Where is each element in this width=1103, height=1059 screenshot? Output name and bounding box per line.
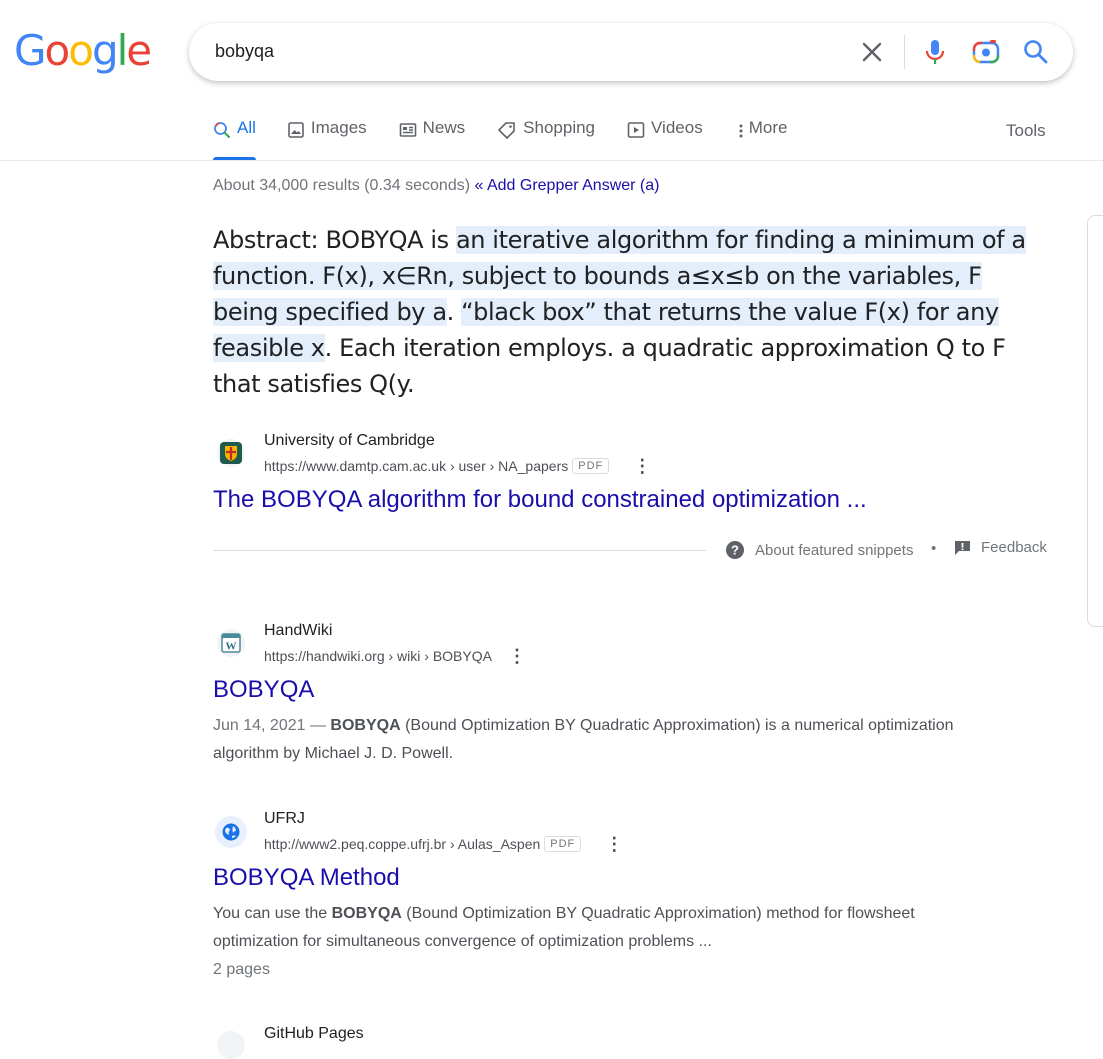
image-icon bbox=[288, 122, 304, 138]
bullet-separator: • bbox=[931, 540, 937, 557]
logo-letter: e bbox=[126, 26, 152, 75]
logo-letter: o bbox=[44, 26, 71, 75]
site-name[interactable]: UFRJ bbox=[264, 810, 305, 828]
more-options-icon[interactable]: ⋮ bbox=[633, 457, 651, 475]
snippet-pre: Abstract: BOBYQA is bbox=[213, 226, 456, 254]
tab-videos[interactable]: Videos bbox=[627, 118, 703, 160]
about-label: About featured snippets bbox=[755, 541, 914, 559]
lens-camera-icon[interactable] bbox=[971, 37, 1001, 67]
tab-label: More bbox=[748, 118, 788, 137]
github-favicon[interactable] bbox=[217, 1031, 245, 1059]
handwiki-favicon[interactable]: W bbox=[217, 629, 245, 657]
dots-vertical-icon bbox=[739, 124, 743, 138]
feedback-button[interactable]: Feedback bbox=[954, 539, 1047, 556]
site-name[interactable]: GitHub Pages bbox=[264, 1025, 364, 1043]
snippet-mid: . bbox=[446, 298, 462, 326]
cambridge-shield-icon bbox=[220, 442, 242, 464]
logo-letter: g bbox=[91, 26, 119, 75]
snippet-pre: You can use the bbox=[213, 905, 332, 922]
search-icon[interactable] bbox=[1021, 37, 1051, 67]
search-divider bbox=[904, 35, 905, 69]
tab-images[interactable]: Images bbox=[287, 118, 367, 160]
side-panel-edge bbox=[1087, 215, 1103, 627]
tab-label: News bbox=[422, 118, 466, 137]
grepper-link[interactable]: « Add Grepper Answer (a) bbox=[475, 177, 660, 194]
svg-text:W: W bbox=[226, 641, 237, 653]
url-text: http://www2.peq.coppe.ufrj.br › Aulas_As… bbox=[264, 836, 541, 852]
logo-letter: o bbox=[68, 26, 94, 75]
snippet-post: . Each iteration employs. a quadratic ap… bbox=[213, 334, 1006, 398]
cambridge-favicon[interactable] bbox=[217, 439, 245, 467]
featured-snippet-text: Abstract: BOBYQA is an iterative algorit… bbox=[213, 222, 1033, 402]
pdf-badge: PDF bbox=[544, 836, 582, 852]
tabs-divider bbox=[0, 160, 1103, 161]
more-options-icon[interactable]: ⋮ bbox=[605, 835, 623, 853]
site-name[interactable]: University of Cambridge bbox=[264, 432, 435, 450]
tab-label: Images bbox=[310, 118, 367, 137]
tab-all[interactable]: All bbox=[213, 118, 256, 160]
url-text: https://handwiki.org › wiki › BOBYQA bbox=[264, 648, 492, 664]
tab-news[interactable]: News bbox=[399, 118, 466, 160]
feedback-label: Feedback bbox=[981, 539, 1047, 556]
page-count: 2 pages bbox=[213, 961, 270, 978]
clear-icon[interactable] bbox=[857, 37, 887, 67]
help-icon: ? bbox=[726, 541, 744, 559]
result-date: Jun 14, 2021 — bbox=[213, 717, 331, 734]
tab-label: Videos bbox=[651, 118, 703, 137]
play-icon bbox=[627, 122, 645, 138]
result-count: About 34,000 results (0.34 seconds) bbox=[213, 177, 471, 194]
result-title-link[interactable]: The BOBYQA algorithm for bound constrain… bbox=[213, 486, 867, 514]
site-url[interactable]: https://handwiki.org › wiki › BOBYQA ⋮ bbox=[264, 647, 526, 665]
featured-divider bbox=[213, 550, 706, 551]
result-title-link[interactable]: BOBYQA bbox=[213, 676, 314, 704]
bold-term: BOBYQA bbox=[330, 717, 401, 734]
tab-shopping[interactable]: Shopping bbox=[497, 118, 595, 160]
tools-button[interactable]: Tools bbox=[1006, 121, 1046, 141]
google-logo[interactable]: Google bbox=[14, 26, 152, 75]
more-options-icon[interactable]: ⋮ bbox=[508, 647, 526, 665]
site-url[interactable]: https://www.damtp.cam.ac.uk › user › NA_… bbox=[264, 457, 651, 475]
search-box[interactable]: bobyqa bbox=[189, 23, 1073, 81]
logo-letter: G bbox=[14, 26, 47, 75]
url-text: https://www.damtp.cam.ac.uk › user › NA_… bbox=[264, 458, 569, 474]
news-icon bbox=[399, 123, 416, 137]
tag-icon bbox=[498, 122, 515, 139]
pdf-badge: PDF bbox=[572, 458, 610, 474]
tab-label: All bbox=[237, 118, 256, 137]
result-snippet: You can use the BOBYQA (Bound Optimizati… bbox=[213, 900, 973, 956]
bold-term: BOBYQA bbox=[331, 905, 402, 922]
about-featured-snippets[interactable]: ? About featured snippets bbox=[725, 540, 913, 560]
search-tabs: All Images News Shopping Videos More bbox=[213, 118, 819, 160]
result-title-link[interactable]: BOBYQA Method bbox=[213, 864, 400, 892]
site-url[interactable]: http://www2.peq.coppe.ufrj.br › Aulas_As… bbox=[264, 835, 623, 853]
feedback-icon bbox=[955, 541, 970, 555]
search-input[interactable]: bobyqa bbox=[215, 41, 274, 62]
tab-label: Shopping bbox=[523, 118, 596, 137]
tab-more[interactable]: More bbox=[737, 118, 788, 160]
globe-icon bbox=[222, 823, 240, 841]
result-stats: About 34,000 results (0.34 seconds) « Ad… bbox=[213, 177, 659, 195]
microphone-icon[interactable] bbox=[920, 37, 950, 67]
result-snippet: Jun 14, 2021 — BOBYQA (Bound Optimizatio… bbox=[213, 712, 973, 768]
search-icon bbox=[214, 122, 230, 138]
ufrj-favicon[interactable] bbox=[215, 816, 247, 848]
logo-letter: l bbox=[116, 26, 129, 75]
svg-text:?: ? bbox=[731, 543, 739, 558]
site-name[interactable]: HandWiki bbox=[264, 622, 332, 640]
wiki-book-icon: W bbox=[221, 633, 241, 653]
